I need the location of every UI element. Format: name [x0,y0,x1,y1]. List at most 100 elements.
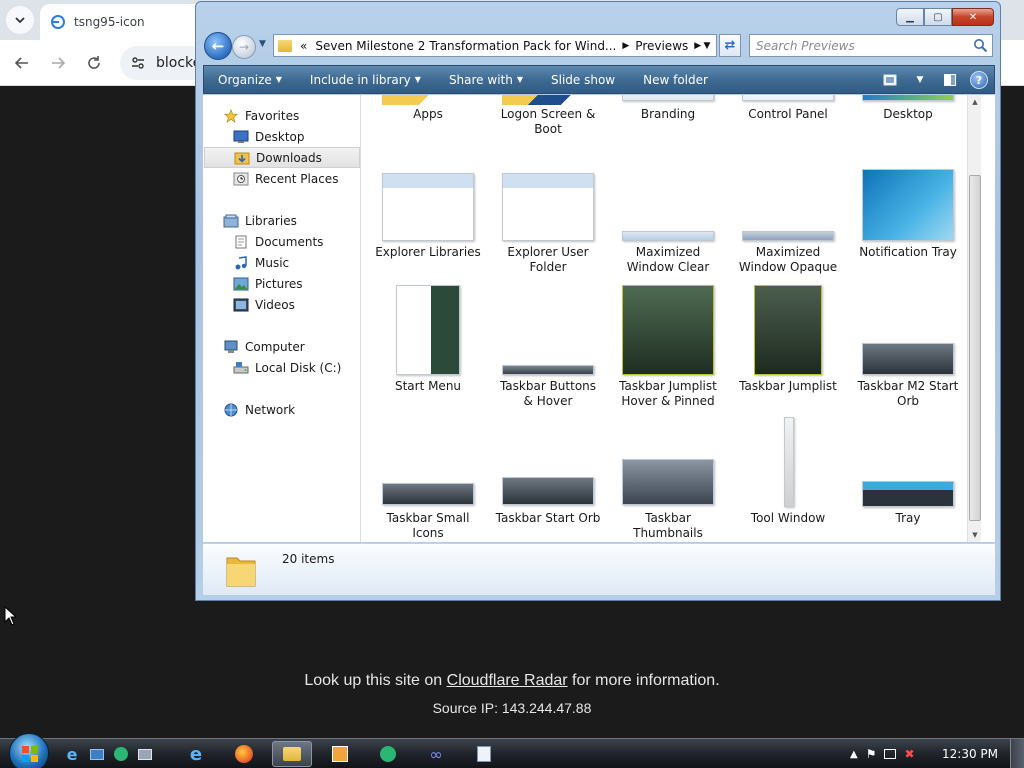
view-options-button[interactable]: ▼ [910,70,930,90]
file-item-taskbar-m2-start-orb[interactable]: Taskbar M2 Start Orb [852,285,964,413]
file-item-maximized-window-clear[interactable]: Maximized Window Clear [612,173,724,301]
show-desktop-button[interactable] [1010,739,1024,768]
browser-back-button[interactable] [8,49,36,77]
include-in-library-button[interactable]: Include in library ▼ [296,73,435,87]
file-item-notification-tray[interactable]: Notification Tray [852,169,964,301]
file-item-start-menu[interactable]: Start Menu [372,285,484,413]
slide-show-button[interactable]: Slide show [537,73,629,87]
nav-computer[interactable]: Computer [223,336,305,357]
nav-documents[interactable]: Documents [233,231,323,252]
scrollbar-thumb[interactable] [969,175,981,521]
caret-down-icon: ▼ [275,75,282,84]
maximize-button[interactable]: ▢ [924,8,952,26]
arrow-right-icon [52,57,66,69]
new-folder-button[interactable]: New folder [629,73,722,87]
file-label: Taskbar Jumplist [739,379,837,393]
file-label: Maximized Window Opaque [738,245,838,274]
taskbar-messenger[interactable] [368,741,408,767]
file-item-explorer-user-folder[interactable]: Explorer User Folder [492,173,604,301]
search-input[interactable]: Search Previews [749,34,993,57]
scroll-up-icon[interactable]: ▲ [968,95,981,109]
file-thumbnail [742,231,834,241]
share-with-button[interactable]: Share with ▼ [435,73,537,87]
browser-tab[interactable]: tsng95-icon [40,4,220,40]
action-center-flag-icon[interactable]: ⚑ [866,747,877,761]
nav-libraries[interactable]: Libraries [223,210,297,231]
browser-forward-button[interactable] [44,49,72,77]
file-item-taskbar-buttons-hover[interactable]: Taskbar Buttons & Hover [492,285,604,413]
file-label: Maximized Window Clear [626,245,710,274]
quicklaunch-desktop[interactable] [86,741,108,767]
file-item-taskbar-small-icons[interactable]: Taskbar Small Icons [372,417,484,542]
breadcrumb-separator-icon[interactable]: ▶ [620,41,631,51]
file-item-tool-window[interactable]: Tool Window [732,417,844,542]
nav-favorites[interactable]: Favorites [223,105,299,126]
nav-recent-places[interactable]: Recent Places [233,168,338,189]
browser-reload-button[interactable] [80,49,108,77]
file-item-taskbar-thumbnails[interactable]: Taskbar Thumbnails [612,417,724,542]
taskbar-document-app[interactable] [464,741,504,767]
file-item-taskbar-jumplist-hover[interactable]: Taskbar Jumplist Hover & Pinned [612,285,724,413]
file-item-taskbar-jumplist[interactable]: Taskbar Jumplist [732,285,844,413]
music-icon [235,255,247,269]
nav-videos[interactable]: Videos [233,294,295,315]
radar-lookup-text: Look up this site on Cloudflare Radar fo… [0,672,1024,690]
file-thumbnail [502,477,594,505]
nav-downloads[interactable]: Downloads [204,147,360,168]
refresh-button[interactable]: ⇄ [719,34,741,57]
close-button[interactable]: ✕ [952,8,994,26]
vertical-scrollbar[interactable]: ▲ ▼ [967,95,981,542]
nav-label: Local Disk (C:) [255,360,342,375]
file-thumbnail [382,173,474,241]
tune-icon[interactable] [130,55,146,71]
file-thumbnail [754,285,822,375]
help-icon[interactable]: ? [970,71,988,89]
quicklaunch-messenger[interactable] [110,741,132,767]
internet-explorer-icon: e [66,744,78,764]
tab-list-button[interactable] [6,6,34,34]
taskbar-explorer[interactable] [272,741,312,767]
forward-button[interactable]: → [232,35,256,59]
file-item-explorer-libraries[interactable]: Explorer Libraries [372,173,484,301]
organize-button[interactable]: Organize ▼ [204,73,296,87]
address-bar[interactable]: « Seven Milestone 2 Transformation Pack … [273,34,717,57]
nav-pictures[interactable]: Pictures [233,273,303,294]
file-item-maximized-window-opaque[interactable]: Maximized Window Opaque [732,173,844,301]
details-pane: 20 items [203,543,995,595]
quicklaunch-ie[interactable]: e [60,741,84,767]
refresh-icon: ⇄ [724,38,736,53]
nav-label: Libraries [245,213,297,228]
change-view-button[interactable] [880,70,900,90]
breadcrumb-item[interactable]: Seven Milestone 2 Transformation Pack fo… [311,39,620,53]
file-item-tray[interactable]: Tray [852,417,964,542]
taskbar-link-app[interactable]: ∞ [416,741,456,767]
address-dropdown-icon[interactable]: ▼ [700,35,714,56]
nav-music[interactable]: Music [233,252,289,273]
messenger-icon [114,747,128,761]
nav-desktop[interactable]: Desktop [233,126,305,147]
recent-pages-button[interactable]: ▼ [259,39,271,53]
show-hidden-icons-icon[interactable]: ▲ [850,749,858,760]
caret-down-icon: ▼ [516,75,523,84]
network-status-icon[interactable] [884,749,897,759]
quicklaunch-switcher[interactable] [134,741,156,767]
search-icon[interactable] [973,38,988,53]
start-button[interactable] [9,733,49,768]
file-item-taskbar-start-orb[interactable]: Taskbar Start Orb [492,417,604,542]
pictures-icon [233,277,249,290]
breadcrumb-item[interactable]: Previews [631,39,692,53]
nav-label: Network [245,402,296,417]
nav-local-disk[interactable]: Local Disk (C:) [233,357,341,378]
taskbar-firefox[interactable] [224,741,264,767]
taskbar-media-player[interactable] [320,741,360,767]
scroll-down-icon[interactable]: ▼ [968,528,981,542]
cloudflare-radar-link[interactable]: Cloudflare Radar [447,672,568,689]
volume-muted-icon[interactable]: ✖ [904,747,914,761]
minimize-button[interactable]: ▁ [896,8,924,26]
taskbar-clock[interactable]: 12:30 PM [942,747,998,761]
preview-pane-button[interactable] [940,70,960,90]
nav-network[interactable]: Network [223,399,295,420]
breadcrumb-overflow[interactable]: « [296,39,311,53]
back-button[interactable]: ← [204,32,232,60]
taskbar-internet-explorer[interactable]: e [176,741,216,767]
